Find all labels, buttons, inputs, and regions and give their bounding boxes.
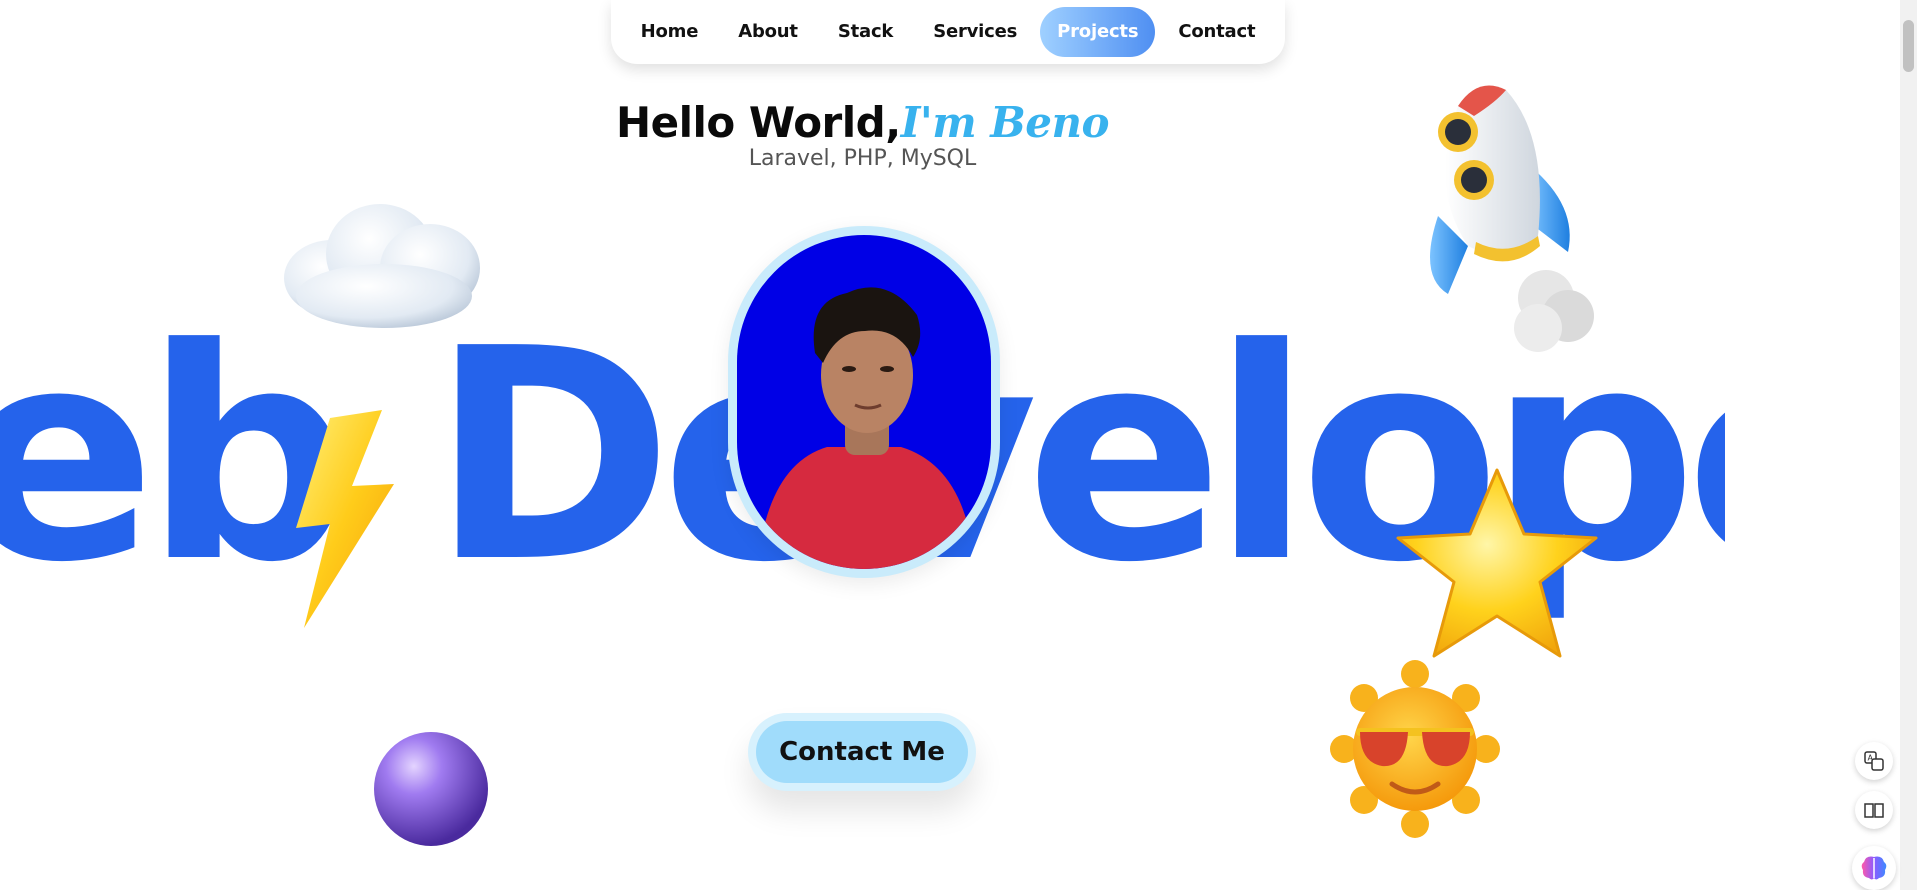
brain-icon[interactable] xyxy=(1852,846,1896,890)
purple-sphere-icon xyxy=(372,730,490,848)
hero-name: I'm Beno xyxy=(900,98,1110,147)
contact-me-button[interactable]: Contact Me xyxy=(748,713,976,791)
star-icon xyxy=(1392,464,1602,664)
profile-photo xyxy=(737,235,991,569)
reader-icon[interactable] xyxy=(1855,791,1893,829)
scrollbar-thumb[interactable] xyxy=(1903,20,1914,72)
svg-text:A: A xyxy=(1868,754,1874,763)
page-scrollbar[interactable] xyxy=(1900,0,1917,890)
cloud-icon xyxy=(280,196,486,330)
nav-about[interactable]: About xyxy=(721,7,815,57)
nav-contact[interactable]: Contact xyxy=(1161,7,1272,57)
lightning-icon xyxy=(290,406,400,632)
contact-me-label: Contact Me xyxy=(756,721,968,783)
nav-services[interactable]: Services xyxy=(916,7,1034,57)
nav-home[interactable]: Home xyxy=(624,7,716,57)
nav-stack[interactable]: Stack xyxy=(821,7,910,57)
nav-projects[interactable]: Projects xyxy=(1040,7,1156,57)
hero-heading: Hello World,I'm Beno xyxy=(0,98,1725,147)
page: Home About Stack Services Projects Conta… xyxy=(0,0,1917,890)
profile-photo-frame xyxy=(728,226,1000,578)
sun-with-sunglasses-icon xyxy=(1330,660,1500,838)
translate-icon[interactable]: A xyxy=(1855,742,1893,780)
hero-greeting: Hello World, xyxy=(615,98,901,147)
hero-subtitle: Laravel, PHP, MySQL xyxy=(748,146,977,171)
top-nav: Home About Stack Services Projects Conta… xyxy=(611,0,1285,64)
